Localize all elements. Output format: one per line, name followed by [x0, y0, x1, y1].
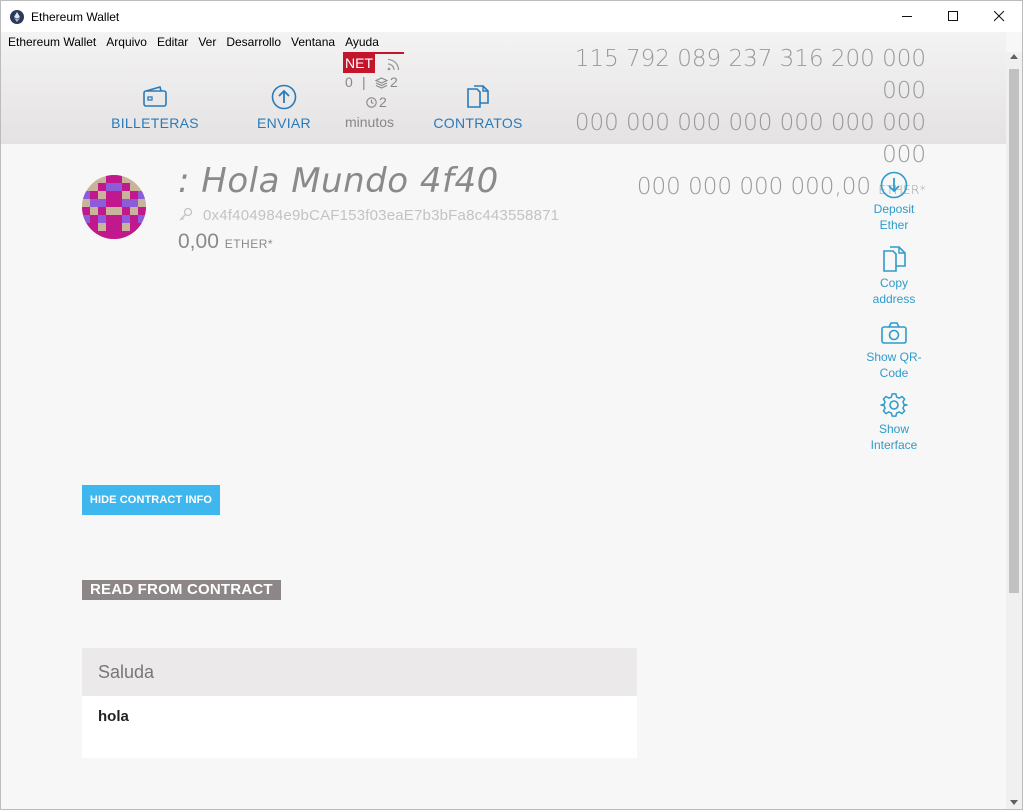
- ethereum-app-icon: [10, 9, 24, 24]
- vertical-scrollbar[interactable]: [1006, 52, 1022, 809]
- window-controls: [884, 1, 1022, 32]
- contract-avatar: [82, 175, 146, 239]
- nav-send-label: ENVIAR: [257, 115, 311, 131]
- qr-label-2: Code: [879, 366, 909, 380]
- app-window: Ethereum Wallet BILLETERAS ENVIAR CONTRA…: [0, 0, 1023, 810]
- menu-ayuda[interactable]: Ayuda: [340, 32, 384, 52]
- contract-method-card: Saluda hola: [82, 648, 637, 758]
- close-button[interactable]: [976, 1, 1022, 32]
- deposit-label-2: Ether: [879, 218, 909, 232]
- minimize-button[interactable]: [884, 1, 930, 32]
- deposit-ether-button[interactable]: Deposit Ether: [854, 171, 934, 233]
- network-separator: |: [362, 74, 366, 90]
- maximize-button[interactable]: [930, 1, 976, 32]
- nav-send[interactable]: ENVIAR: [257, 84, 311, 131]
- block-count: 2: [390, 74, 398, 90]
- show-qr-code-button[interactable]: Show QR- Code: [854, 319, 934, 381]
- scroll-thumb[interactable]: [1009, 69, 1019, 593]
- interface-label-2: Interface: [870, 438, 918, 452]
- key-icon: [179, 207, 193, 221]
- balance-line-1: 115 792 089 237 316 200 000 000: [574, 46, 926, 104]
- peer-count: 0: [345, 74, 353, 90]
- clock-icon: [366, 97, 377, 108]
- title-bar: Ethereum Wallet: [1, 1, 1022, 32]
- nav-contracts[interactable]: CONTRATOS: [433, 84, 523, 131]
- scroll-down-arrow-icon[interactable]: [1010, 800, 1018, 805]
- balance-line-3: 000 000 000 000,00: [636, 174, 872, 200]
- signal-icon: [387, 58, 400, 71]
- nav-wallets-label: BILLETERAS: [111, 115, 199, 131]
- camera-icon: [881, 322, 907, 344]
- documents-icon: [467, 85, 489, 108]
- copy-label-2: address: [872, 292, 916, 306]
- hide-contract-info-button[interactable]: HIDE CONTRACT INFO: [82, 485, 220, 515]
- layers-icon: [375, 77, 388, 89]
- window-title: Ethereum Wallet: [31, 9, 120, 24]
- minutes-value: 2: [379, 94, 387, 110]
- menu-ethereum-wallet[interactable]: Ethereum Wallet: [3, 32, 101, 52]
- contract-title: : Hola Mundo 4f40: [178, 161, 499, 201]
- interface-label-1: Show: [878, 422, 910, 436]
- method-name: Saluda: [82, 648, 637, 696]
- read-from-contract-heading: READ FROM CONTRACT: [82, 580, 281, 600]
- contract-balance: 0,00 ETHER*: [178, 230, 273, 254]
- menu-bar: Ethereum Wallet Arquivo Editar Ver Desar…: [1, 32, 1022, 52]
- copy-label-1: Copy: [879, 276, 908, 290]
- qr-label-1: Show QR-: [866, 350, 922, 364]
- nav-wallets[interactable]: BILLETERAS: [111, 84, 199, 131]
- contract-address[interactable]: 0x4f404984e9bCAF153f03eaE7b3bFa8c4435588…: [203, 207, 559, 224]
- menu-ver[interactable]: Ver: [193, 32, 221, 52]
- copy-address-button[interactable]: Copy address: [854, 245, 934, 307]
- contract-balance-unit: ETHER*: [224, 237, 274, 251]
- minutes-label: minutos: [345, 114, 395, 130]
- nav-contracts-label: CONTRATOS: [433, 115, 523, 131]
- menu-ventana[interactable]: Ventana: [286, 32, 340, 52]
- gear-icon: [880, 393, 908, 417]
- method-result: hola: [98, 708, 129, 725]
- menu-editar[interactable]: Editar: [152, 32, 193, 52]
- wallet-icon: [143, 86, 167, 107]
- menu-arquivo[interactable]: Arquivo: [101, 32, 152, 52]
- menu-desarrollo[interactable]: Desarrollo: [221, 32, 286, 52]
- scroll-up-arrow-icon[interactable]: [1010, 54, 1018, 59]
- arrow-up-circle-icon: [271, 84, 297, 110]
- show-interface-button[interactable]: Show Interface: [854, 391, 934, 453]
- arrow-down-circle-icon: [880, 171, 908, 199]
- balance-line-2: 000 000 000 000 000 000 000 000: [574, 110, 926, 168]
- network-badge: NET: [343, 53, 375, 73]
- contract-balance-value: 0,00: [178, 230, 219, 253]
- copy-documents-icon: [883, 246, 906, 272]
- deposit-label-1: Deposit: [873, 202, 915, 216]
